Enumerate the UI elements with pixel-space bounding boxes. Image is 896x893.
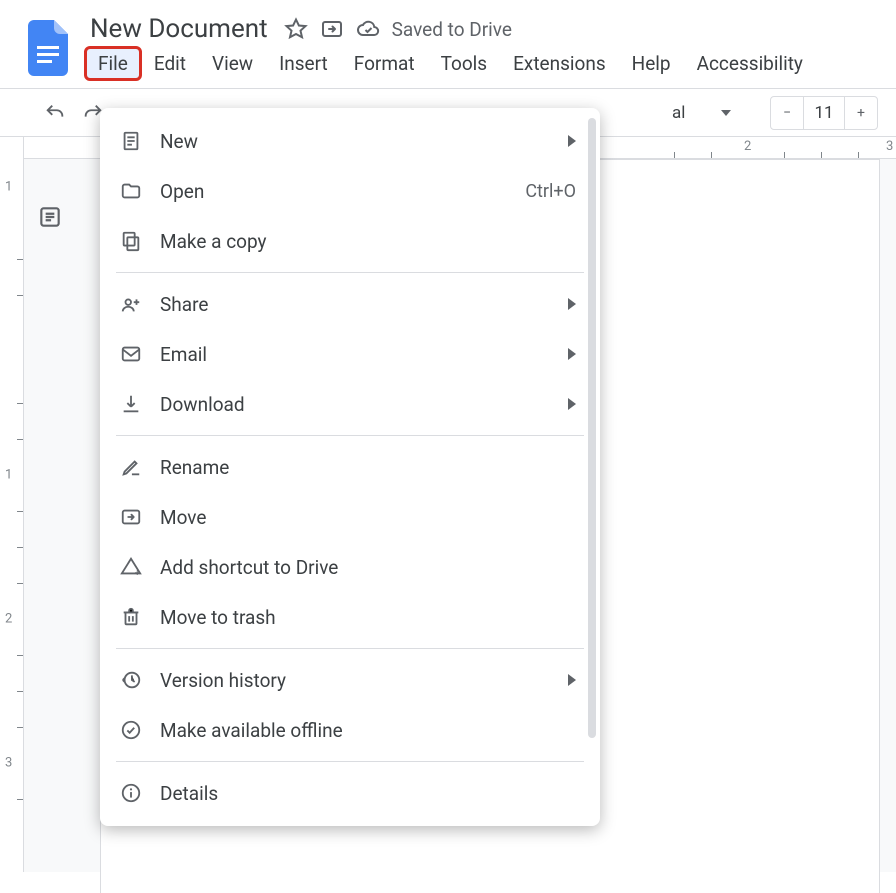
docs-logo-icon[interactable] <box>28 20 72 76</box>
doc-icon <box>118 128 144 154</box>
menu-file[interactable]: File <box>86 48 140 79</box>
file-menu-make-copy[interactable]: Make a copy <box>100 216 600 266</box>
file-menu-move-to-trash[interactable]: Move to trash <box>100 592 600 642</box>
file-menu-download[interactable]: Download <box>100 379 600 429</box>
menu-format[interactable]: Format <box>342 48 427 79</box>
menu-item-label: Make available offline <box>160 719 576 742</box>
font-size-decrease-button[interactable]: − <box>771 97 803 129</box>
file-menu-share[interactable]: Share <box>100 279 600 329</box>
menu-extensions[interactable]: Extensions <box>501 48 618 79</box>
file-menu-move[interactable]: Move <box>100 492 600 542</box>
file-menu-open[interactable]: Open Ctrl+O <box>100 166 600 216</box>
menu-item-label: Move to trash <box>160 606 576 629</box>
shortcut-icon <box>118 554 144 580</box>
ruler-mark: 1 <box>5 468 12 483</box>
file-menu-rename[interactable]: Rename <box>100 442 600 492</box>
menu-item-label: Make a copy <box>160 230 576 253</box>
menu-help[interactable]: Help <box>620 48 683 79</box>
file-menu-details[interactable]: Details <box>100 768 600 818</box>
document-title[interactable]: New Document <box>86 14 272 44</box>
paragraph-style-label: al <box>672 103 685 123</box>
menu-separator <box>116 648 584 649</box>
chevron-right-icon <box>568 348 576 360</box>
menu-view[interactable]: View <box>200 48 265 79</box>
menu-accessibility[interactable]: Accessibility <box>685 48 815 79</box>
chevron-right-icon <box>568 674 576 686</box>
font-size-increase-button[interactable]: + <box>845 97 877 129</box>
saved-status-label: Saved to Drive <box>392 18 512 41</box>
menu-item-label: Version history <box>160 669 556 692</box>
file-menu-new[interactable]: New <box>100 116 600 166</box>
chevron-right-icon <box>568 398 576 410</box>
menu-item-label: Open <box>160 180 525 203</box>
menu-insert[interactable]: Insert <box>267 48 340 79</box>
ruler-mark: 2 <box>744 139 751 154</box>
folder-icon <box>118 178 144 204</box>
menu-item-label: Rename <box>160 456 576 479</box>
ruler-mark: 3 <box>5 756 12 771</box>
file-menu-popup: New Open Ctrl+O Make a copy Share Email … <box>100 108 600 826</box>
details-icon <box>118 780 144 806</box>
star-icon[interactable] <box>284 17 308 41</box>
vertical-ruler[interactable]: 1 1 2 3 <box>0 137 24 872</box>
email-icon <box>118 341 144 367</box>
file-menu-make-available-offline[interactable]: Make available offline <box>100 705 600 755</box>
file-menu-email[interactable]: Email <box>100 329 600 379</box>
font-size-value[interactable]: 11 <box>803 97 845 129</box>
menu-item-label: New <box>160 130 556 153</box>
move-to-drive-icon[interactable] <box>320 17 344 41</box>
menu-scrollbar[interactable] <box>588 118 596 738</box>
chevron-right-icon <box>568 298 576 310</box>
menubar: File Edit View Insert Format Tools Exten… <box>86 44 896 85</box>
menu-tools[interactable]: Tools <box>429 48 500 79</box>
menu-item-label: Add shortcut to Drive <box>160 556 576 579</box>
trash-icon <box>118 604 144 630</box>
file-menu-version-history[interactable]: Version history <box>100 655 600 705</box>
cloud-saved-icon[interactable] <box>356 17 380 41</box>
undo-button[interactable] <box>38 96 72 130</box>
share-icon <box>118 291 144 317</box>
outline-toggle-button[interactable] <box>30 197 70 237</box>
font-size-stepper: − 11 + <box>770 96 878 130</box>
offline-icon <box>118 717 144 743</box>
menu-separator <box>116 435 584 436</box>
ruler-mark: 3 <box>886 139 893 154</box>
menu-separator <box>116 272 584 273</box>
ruler-mark: 1 <box>5 180 12 195</box>
header-bar: New Document Saved to Drive File Edit Vi… <box>0 0 896 89</box>
menu-item-label: Email <box>160 343 556 366</box>
rename-icon <box>118 454 144 480</box>
menu-item-label: Move <box>160 506 576 529</box>
menu-edit[interactable]: Edit <box>142 48 198 79</box>
history-icon <box>118 667 144 693</box>
menu-item-label: Download <box>160 393 556 416</box>
menu-item-shortcut: Ctrl+O <box>525 181 576 202</box>
chevron-down-icon <box>721 110 731 116</box>
menu-item-label: Details <box>160 782 576 805</box>
move-icon <box>118 504 144 530</box>
file-menu-add-shortcut[interactable]: Add shortcut to Drive <box>100 542 600 592</box>
download-icon <box>118 391 144 417</box>
paragraph-style-select[interactable]: al <box>662 96 762 130</box>
menu-item-label: Share <box>160 293 556 316</box>
ruler-mark: 2 <box>5 612 12 627</box>
menu-separator <box>116 761 584 762</box>
copy-icon <box>118 228 144 254</box>
chevron-right-icon <box>568 135 576 147</box>
